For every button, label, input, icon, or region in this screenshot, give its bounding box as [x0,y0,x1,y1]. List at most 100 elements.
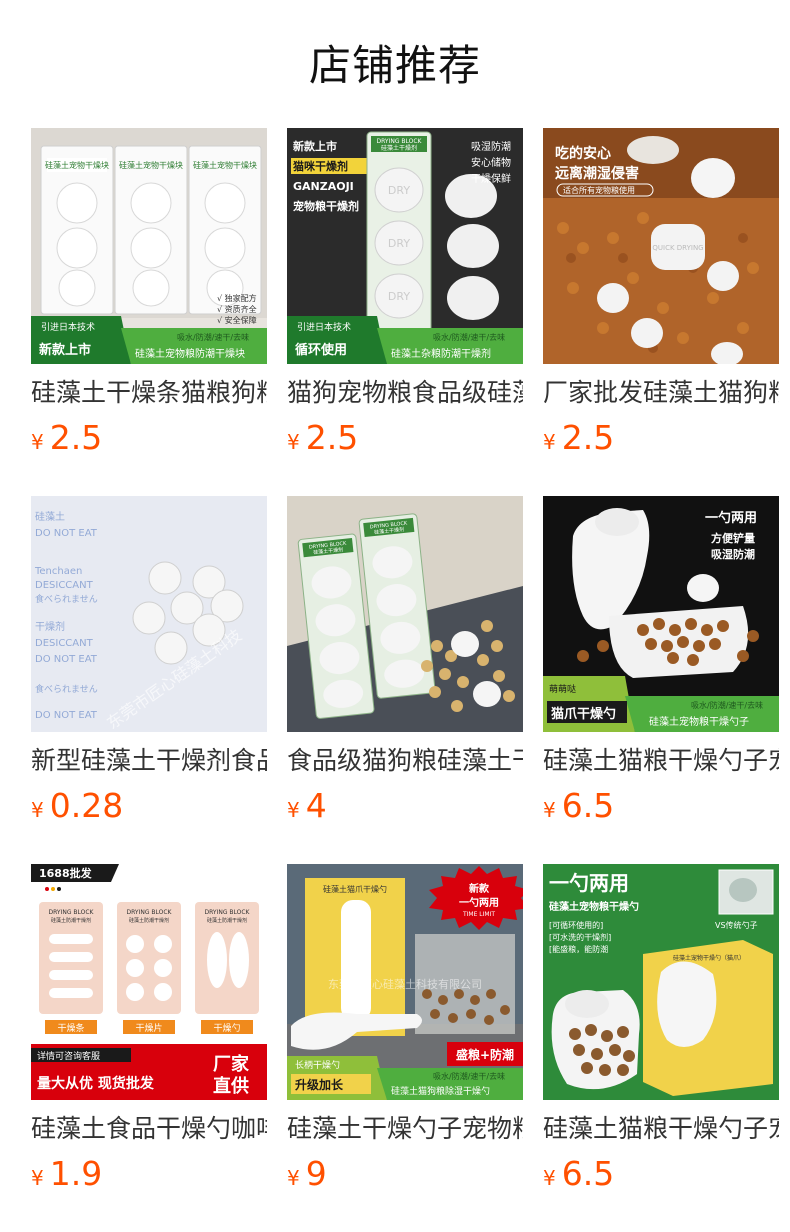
product-title[interactable]: 硅藻土猫粮干燥勺子宠 [543,1112,779,1146]
headline: 方便铲量 [711,531,755,545]
product-title[interactable]: 厂家批发硅藻土猫狗粮 [543,376,779,410]
headline: GANZAOJI [293,180,354,193]
note-text: [可循环使用的] [549,920,603,930]
tag-right-main: 硅藻土猫狗粮除湿干燥勺 [391,1085,490,1097]
paper-text: 食べられません [35,593,98,605]
product-title[interactable]: 硅藻土干燥勺子宠物粮 [287,1112,523,1146]
paper-text: 食べられません [35,683,98,695]
headline: 远离潮湿侵害 [555,165,639,182]
note-text: [可水洗的干燥剂] [549,932,611,942]
dry-mark: DRY [388,237,410,250]
product-price: ¥6.5 [543,1152,614,1196]
product-image[interactable]: 一勺两用 硅藻土宠物粮干燥勺 [可循环使用的] [可水洗的干燥剂] [能盛粮，能… [543,864,779,1100]
product-card[interactable]: 硅藻土猫爪干燥勺 新款 一勺两用 TIME LIMIT 东莞市匠心硅藻土科技有限… [287,864,523,1204]
tag-top: 萌萌哒 [549,683,576,695]
side-text: 安心储物 [471,156,511,169]
paper-text: DO NOT EAT [35,654,98,665]
product-card[interactable]: 1688批发 DRYING BLOCK 硅藻土防潮干燥剂 DRYING BLOC… [31,864,267,1204]
price-amount: 2.5 [305,418,359,457]
product-image[interactable]: 硅藻土宠物干燥块 硅藻土宠物干燥块 硅藻土宠物干燥块 √ 独家配方 √ 资质齐全… [31,128,267,364]
paper-text: DESICCANT [35,580,94,591]
pack-type-label: 干燥勺 [213,1022,240,1034]
headline: 一勺两用 [549,871,629,895]
product-title[interactable]: 硅藻土干燥条猫粮狗粮 [31,376,267,410]
product-image[interactable]: 新款上市 猫咪干燥剂 GANZAOJI 宠物粮干燥剂 DRYING BLOCK … [287,128,523,364]
product-title[interactable]: 食品级猫狗粮硅藻土干 [287,744,523,778]
price-amount: 2.5 [49,418,103,457]
paper-text: 干燥剂 [35,620,65,633]
product-image[interactable]: 吃的安心 远离潮湿侵害 适合所有宠物粮使用 QUICK DRYING [543,128,779,364]
product-title[interactable]: 新型硅藻土干燥剂食品 [31,744,267,778]
pack-type-label: 干燥条 [57,1022,84,1034]
tag-right-main: 硅藻土杂粮防潮干燥剂 [391,347,491,360]
tag-top: 引进日本技术 [41,321,95,333]
price-amount: 6.5 [561,1154,615,1193]
pack-top: DRYING BLOCK [49,909,95,916]
currency-symbol: ¥ [543,798,556,822]
product-card[interactable]: DRYING BLOCK 硅藻土干燥剂 DRYING BLOCK 硅藻土干燥剂 [287,496,523,836]
feature-text: √ 独家配方 [217,293,257,303]
watermark: 东莞市匠心硅藻土科技有限公司 [328,977,482,991]
star-text: TIME LIMIT [462,911,495,918]
product-image[interactable]: DRYING BLOCK 硅藻土干燥剂 DRYING BLOCK 硅藻土干燥剂 [287,496,523,732]
product-image[interactable]: 硅藻土猫爪干燥勺 新款 一勺两用 TIME LIMIT 东莞市匠心硅藻土科技有限… [287,864,523,1100]
headline: 宠物粮干燥剂 [293,199,359,213]
pack-type-label: 干燥片 [135,1022,162,1034]
product-image[interactable]: 1688批发 DRYING BLOCK 硅藻土防潮干燥剂 DRYING BLOC… [31,864,267,1100]
product-card[interactable]: 新款上市 猫咪干燥剂 GANZAOJI 宠物粮干燥剂 DRYING BLOCK … [287,128,523,468]
price-amount: 4 [305,786,327,825]
currency-symbol: ¥ [543,430,556,454]
product-title[interactable]: 猫狗宠物粮食品级硅藻 [287,376,523,410]
banner-right: 直供 [213,1075,249,1097]
feature-text: √ 资质齐全 [217,304,257,314]
product-price: ¥6.5 [543,784,614,828]
product-card[interactable]: 吃的安心 远离潮湿侵害 适合所有宠物粮使用 QUICK DRYING 厂家批发硅… [543,128,779,468]
product-price: ¥2.5 [287,416,358,460]
paper-text: Tenchaen [34,566,82,577]
tag-right-main: 硅藻土宠物粮干燥勺子 [649,715,749,728]
banner-right: 厂家 [213,1053,250,1075]
tag-main: 升级加长 [295,1077,344,1092]
feature-text: √ 安全保障 [217,315,257,325]
product-card[interactable]: 一勺两用 方便铲量 吸湿防潮 萌萌哒 猫爪干燥勺 吸水/防潮/速干/去味 硅藻土… [543,496,779,836]
pack-label: 硅藻土防潮干燥剂 [129,917,169,924]
box-title: 硅藻土猫爪干燥勺 [323,884,387,894]
pack-label: 硅藻土宠物干燥块 [119,160,183,170]
paper-text: 硅藻土 [35,510,65,523]
headline: 一勺两用 [705,510,757,526]
pack-top: DRYING BLOCK [205,909,251,916]
currency-symbol: ¥ [31,1166,44,1190]
currency-symbol: ¥ [31,798,44,822]
product-card[interactable]: 一勺两用 硅藻土宠物粮干燥勺 [可循环使用的] [可水洗的干燥剂] [能盛粮，能… [543,864,779,1204]
product-card[interactable]: 硅藻土 DO NOT EAT Tenchaen DESICCANT 食べられませ… [31,496,267,836]
tag-main: 猫爪干燥勺 [551,706,616,722]
product-title[interactable]: 硅藻土食品干燥勺咖啡 [31,1112,267,1146]
currency-symbol: ¥ [287,1166,300,1190]
star-text: 新款 [469,882,490,895]
box-title: 硅藻土宠物干燥勺（猫爪） [673,954,745,962]
pack-label: 硅藻土宠物干燥块 [45,160,109,170]
side-text: 干燥保鲜 [471,172,511,185]
currency-symbol: ¥ [31,430,44,454]
dry-mark: DRY [388,290,410,303]
pack-label: 硅藻土防潮干燥剂 [51,917,91,924]
tag-right-sub: 吸水/防潮/速干/去味 [433,1071,505,1081]
headline: 硅藻土宠物粮干燥勺 [549,900,639,913]
headline: 吃的安心 [555,145,611,162]
pack-label: 硅藻土宠物干燥块 [193,160,257,170]
side-text: 吸湿防潮 [471,140,511,153]
product-image[interactable]: 一勺两用 方便铲量 吸湿防潮 萌萌哒 猫爪干燥勺 吸水/防潮/速干/去味 硅藻土… [543,496,779,732]
headline: 吸湿防潮 [711,547,755,561]
page-title: 店铺推荐 [308,41,481,90]
note-text: [能盛粮，能防潮 [549,944,608,954]
product-title[interactable]: 硅藻土猫粮干燥勺子宠 [543,744,779,778]
tag-top: 引进日本技术 [297,321,351,333]
product-image[interactable]: 硅藻土 DO NOT EAT Tenchaen DESICCANT 食べられませ… [31,496,267,732]
paper-text: DO NOT EAT [35,528,98,539]
product-price: ¥2.5 [543,416,614,460]
tag-right-main: 硅藻土宠物粮防潮干燥块 [135,347,245,360]
pack-top: DRYING BLOCK [127,909,173,916]
product-card[interactable]: 硅藻土宠物干燥块 硅藻土宠物干燥块 硅藻土宠物干燥块 √ 独家配方 √ 资质齐全… [31,128,267,468]
headline: 新款上市 [293,139,337,153]
price-amount: 6.5 [561,786,615,825]
